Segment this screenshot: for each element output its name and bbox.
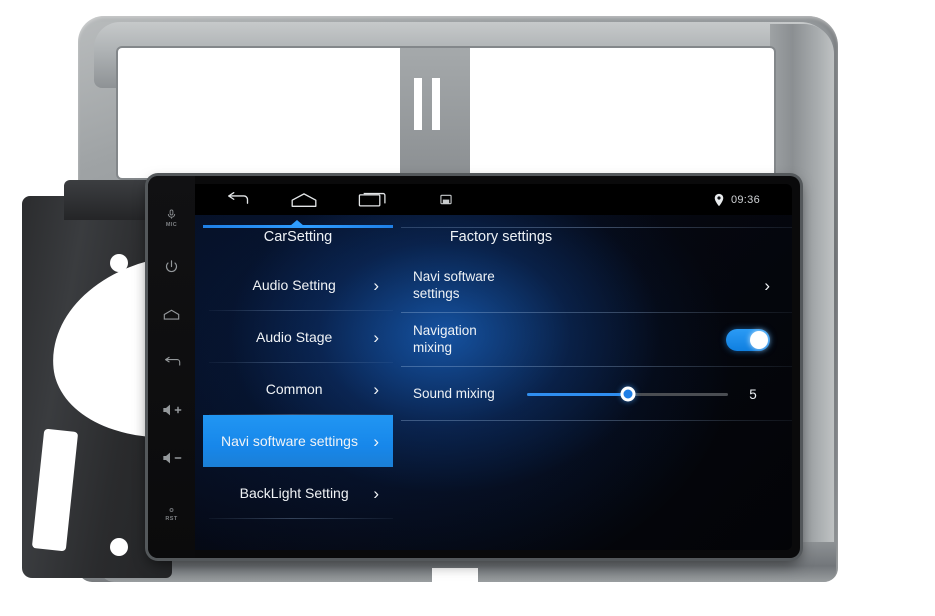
- reset-key[interactable]: RST: [154, 490, 190, 538]
- hardware-key-column: MIC RST: [148, 176, 195, 558]
- nav-back-button[interactable]: [225, 191, 250, 208]
- power-icon: [165, 259, 178, 272]
- reset-pinhole-icon: [169, 508, 174, 512]
- toggle-knob: [750, 331, 768, 349]
- tab-factory-settings-label: Factory settings: [449, 229, 553, 245]
- touchscreen-display[interactable]: 09:36 CarSetting Factory settings Audio …: [195, 184, 792, 550]
- sidebar-item-label: Navi software settings: [221, 433, 358, 449]
- slider-knob[interactable]: [620, 386, 635, 402]
- mic-key-label: MIC: [165, 221, 178, 228]
- settings-tab-bar: CarSetting Factory settings: [195, 215, 792, 259]
- back-arrow-icon: [164, 356, 180, 366]
- slider-fill: [527, 392, 628, 396]
- location-pin-icon: [714, 193, 724, 206]
- sidebar-item-backlight-setting[interactable]: BackLight Setting ›: [203, 467, 393, 519]
- fascia-vent-slot: [432, 78, 440, 130]
- row-label: Navigation mixing: [413, 323, 477, 355]
- microphone-icon: [167, 208, 176, 219]
- chevron-right-icon: ›: [373, 275, 379, 295]
- navigation-mixing-toggle[interactable]: [726, 329, 770, 351]
- chevron-right-icon: ›: [373, 483, 379, 503]
- nav-recents-button[interactable]: [358, 191, 388, 208]
- back-icon: [228, 192, 249, 204]
- screenshot-root: MIC RST 09:36 CarSetting Factory setting…: [0, 0, 935, 616]
- tab-active-caret: [290, 219, 304, 226]
- sidebar-item-common[interactable]: Common ›: [203, 363, 393, 415]
- volume-down-key[interactable]: [154, 434, 190, 482]
- fascia-vent-slot: [414, 78, 422, 130]
- tab-carsetting-label: CarSetting: [263, 229, 333, 245]
- android-status-bar: 09:36: [195, 184, 792, 215]
- power-key[interactable]: [154, 242, 190, 290]
- chevron-right-icon: ›: [373, 379, 379, 399]
- sidebar-item-label: BackLight Setting: [239, 485, 349, 501]
- row-label: Sound mixing: [413, 385, 495, 401]
- sidebar-item-navi-software-settings[interactable]: Navi software settings ›: [203, 415, 393, 467]
- row-navigation-mixing[interactable]: Navigation mixing: [401, 313, 792, 367]
- chevron-right-icon: ›: [764, 276, 770, 295]
- volume-down-icon: [162, 452, 181, 464]
- recents-icon: [358, 192, 386, 207]
- nav-screenshot-button[interactable]: [440, 194, 452, 205]
- slider-track[interactable]: [527, 386, 728, 402]
- sidebar-item-label: Audio Stage: [256, 329, 333, 345]
- bracket-screw-hole: [110, 254, 128, 272]
- bracket-screw-hole: [110, 538, 128, 556]
- status-clock: 09:36: [730, 193, 760, 206]
- tab-divider: [401, 227, 792, 228]
- status-bar-right: 09:36: [714, 193, 792, 207]
- row-label: Navi software settings: [413, 269, 495, 301]
- chevron-right-icon: ›: [373, 431, 379, 451]
- home-key[interactable]: [154, 290, 190, 338]
- sidebar-item-audio-setting[interactable]: Audio Setting ›: [203, 259, 393, 311]
- volume-up-key[interactable]: [154, 386, 190, 434]
- home-icon: [291, 192, 317, 207]
- reset-key-label: RST: [165, 516, 178, 522]
- volume-up-icon: [162, 404, 181, 416]
- sidebar-item-audio-stage[interactable]: Audio Stage ›: [203, 311, 393, 363]
- fascia-bottom-notch: [432, 568, 478, 582]
- screenshot-icon: [440, 194, 452, 205]
- head-unit: MIC RST 09:36 CarSetting Factory setting…: [148, 176, 800, 558]
- sidebar-item-label: Audio Setting: [252, 277, 336, 293]
- sound-mixing-value: 5: [749, 386, 757, 402]
- home-icon-shape: [163, 309, 180, 320]
- back-key[interactable]: [154, 338, 190, 386]
- tab-factory-settings[interactable]: Factory settings: [401, 215, 601, 259]
- row-navi-software-settings[interactable]: Navi software settings ›: [401, 259, 792, 313]
- chevron-right-icon: ›: [373, 327, 379, 347]
- sidebar-item-label: Common: [265, 381, 323, 397]
- settings-menu-list: Audio Setting › Audio Stage › Common › N…: [203, 259, 393, 519]
- sound-mixing-slider[interactable]: [517, 386, 728, 402]
- mic-key[interactable]: MIC: [154, 194, 190, 242]
- row-sound-mixing[interactable]: Sound mixing 5: [401, 367, 792, 421]
- settings-detail-panel: Navi software settings › Navigation mixi…: [401, 259, 792, 421]
- bracket-tab: [64, 180, 156, 220]
- nav-home-button[interactable]: [290, 192, 318, 208]
